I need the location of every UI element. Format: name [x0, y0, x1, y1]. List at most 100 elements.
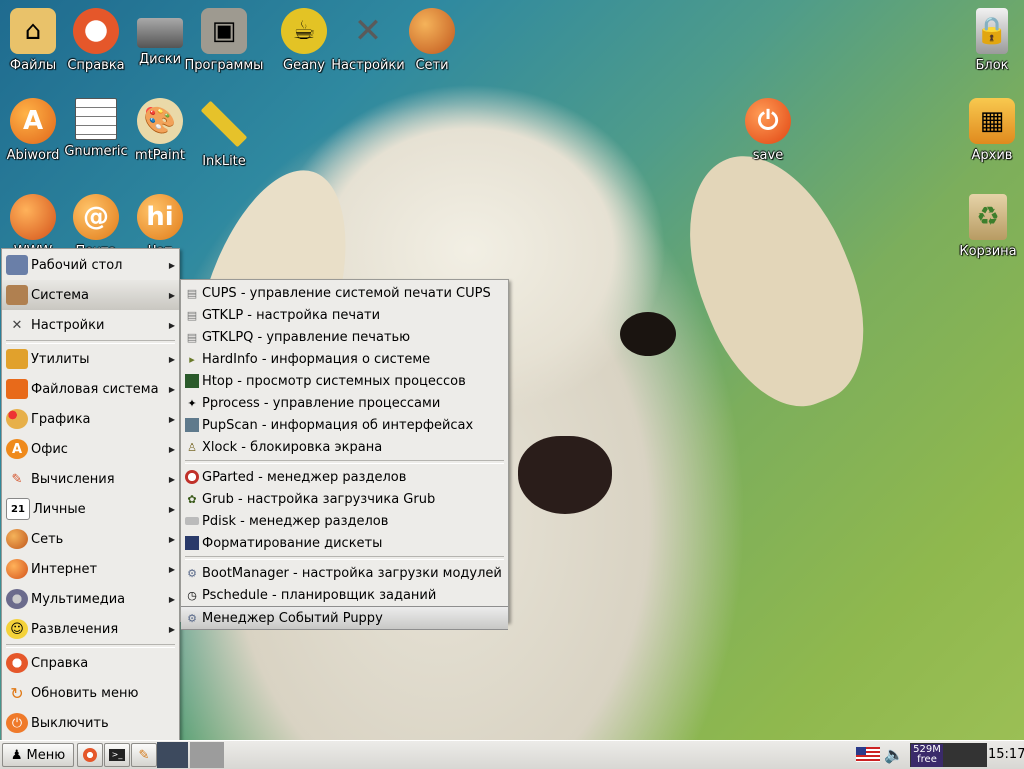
menu-item-network[interactable]: Сеть ▶ — [2, 524, 179, 554]
submenu-item-gparted[interactable]: GParted - менеджер разделов — [181, 466, 508, 488]
help-icon — [6, 653, 28, 673]
chevron-right-icon: ▶ — [168, 624, 175, 634]
system-submenu: ▤ CUPS - управление системой печати CUPS… — [180, 279, 509, 630]
xlock-icon: ♙ — [187, 440, 197, 454]
menu-item-utilities[interactable]: Утилиты ▶ — [2, 344, 179, 374]
abiword-icon: A — [10, 98, 56, 144]
menu-item-multimedia[interactable]: Мультимедиа ▶ — [2, 584, 179, 614]
power-icon: ⏻ — [745, 98, 791, 144]
lock-icon: 🔒 — [976, 8, 1008, 54]
menu-item-games[interactable]: ☺ Развлечения ▶ — [2, 614, 179, 644]
submenu-item-pdisk[interactable]: Pdisk - менеджер разделов — [181, 510, 508, 532]
submenu-item-pprocess[interactable]: ✦ Pprocess - управление процессами — [181, 392, 508, 414]
menu-item-desktop[interactable]: Рабочий стол ▶ — [2, 250, 179, 280]
archive-icon: ▦ — [969, 98, 1015, 144]
gear-icon: ⚙ — [187, 611, 197, 625]
main-menu: Рабочий стол ▶ Система ▶ ✕ Настройки ▶ У… — [1, 248, 180, 741]
desktop-icon-network[interactable]: Сети — [392, 8, 472, 73]
submenu-item-gtklp[interactable]: ▤ GTKLP - настройка печати — [181, 304, 508, 326]
menu-item-internet[interactable]: Интернет ▶ — [2, 554, 179, 584]
chevron-right-icon: ▶ — [168, 384, 175, 394]
shutdown-icon: ⏻ — [6, 713, 28, 733]
chevron-right-icon: ▶ — [168, 290, 175, 300]
menu-item-calc[interactable]: ✎ Вычисления ▶ — [2, 464, 179, 494]
calendar-icon: 21 — [6, 498, 30, 520]
flag-icon[interactable] — [856, 747, 880, 762]
runner-icon: ✦ — [187, 396, 197, 410]
menu-item-shutdown[interactable]: ⏻ Выключить — [2, 708, 179, 738]
quicklaunch-terminal-button[interactable]: >_ — [104, 743, 130, 767]
volume-icon[interactable]: 🔈 — [884, 745, 904, 764]
submenu-item-xlock[interactable]: ♙ Xlock - блокировка экрана — [181, 436, 508, 458]
chevron-right-icon: ▶ — [168, 564, 175, 574]
chat-icon: hi — [137, 194, 183, 240]
drill-icon — [6, 349, 28, 369]
desktop-icon-save[interactable]: ⏻ save — [728, 98, 808, 163]
menu-button[interactable]: ♟ Меню — [2, 743, 74, 767]
menu-item-system[interactable]: Система ▶ — [2, 280, 179, 310]
trash-icon: ♻ — [969, 194, 1007, 240]
menu-item-settings[interactable]: ✕ Настройки ▶ — [2, 310, 179, 340]
quicklaunch-editor-button[interactable]: ✎ — [131, 743, 157, 767]
desktop-pager-1[interactable] — [157, 742, 188, 768]
system-icon — [6, 285, 28, 305]
flag-canton — [856, 747, 866, 755]
menu-item-office[interactable]: A Офис ▶ — [2, 434, 179, 464]
submenu-item-htop[interactable]: Htop - просмотр системных процессов — [181, 370, 508, 392]
submenu-item-event-manager[interactable]: ⚙ Менеджер Событий Puppy — [181, 606, 508, 630]
games-icon: ☺ — [6, 619, 28, 639]
multimedia-icon — [6, 589, 28, 609]
refresh-icon: ↻ — [10, 683, 24, 703]
chevron-right-icon: ▶ — [168, 260, 175, 270]
drive-icon — [137, 18, 183, 48]
chevron-right-icon: ▶ — [168, 474, 175, 484]
submenu-item-gtklpq[interactable]: ▤ GTKLPQ - управление печатью — [181, 326, 508, 348]
hardinfo-icon: ▸ — [189, 352, 195, 366]
menu-item-refresh[interactable]: ↻ Обновить меню — [2, 678, 179, 708]
clock[interactable]: 15:17 — [988, 747, 1024, 762]
gparted-icon — [185, 470, 199, 484]
network-globe-icon — [409, 8, 455, 54]
desktop-icon-inklite[interactable]: InkLite — [184, 98, 264, 169]
disk-icon — [185, 517, 199, 525]
folder-icon — [6, 379, 28, 399]
mail-icon: @ — [73, 194, 119, 240]
submenu-item-bootmanager[interactable]: ⚙ BootManager - настройка загрузки модул… — [181, 562, 508, 584]
desktop-icon — [6, 255, 28, 275]
menu-item-personal[interactable]: 21 Личные ▶ — [2, 494, 179, 524]
printer-icon: ▤ — [186, 308, 198, 322]
memory-monitor: 529M free — [910, 743, 987, 767]
spreadsheet-icon — [75, 98, 117, 140]
ruler-icon — [200, 100, 248, 148]
chevron-right-icon: ▶ — [168, 320, 175, 330]
printer-icon: ▤ — [186, 330, 198, 344]
desktop-icon-archive[interactable]: ▦ Архив — [952, 98, 1024, 163]
menu-item-help[interactable]: Справка — [2, 648, 179, 678]
submenu-separator — [185, 460, 504, 464]
chevron-right-icon: ▶ — [168, 414, 175, 424]
submenu-item-cups[interactable]: ▤ CUPS - управление системой печати CUPS — [181, 282, 508, 304]
grub-icon: ✿ — [187, 492, 197, 506]
submenu-item-pschedule[interactable]: ◷ Pschedule - планировщик заданий — [181, 584, 508, 606]
chevron-right-icon: ▶ — [168, 594, 175, 604]
package-icon: ▣ — [201, 8, 247, 54]
menu-item-graphics[interactable]: Графика ▶ — [2, 404, 179, 434]
graphics-icon — [6, 409, 28, 429]
desktop-pager-2[interactable] — [190, 742, 224, 768]
submenu-item-hardinfo[interactable]: ▸ HardInfo - информация о системе — [181, 348, 508, 370]
chevron-right-icon: ▶ — [168, 354, 175, 364]
memory-unit: free — [917, 754, 937, 765]
submenu-item-grub[interactable]: ✿ Grub - настройка загрузчика Grub — [181, 488, 508, 510]
desktop-icon-programs[interactable]: ▣ Программы — [184, 8, 264, 73]
submenu-item-pupscan[interactable]: PupScan - информация об интерфейсах — [181, 414, 508, 436]
network-icon — [6, 529, 28, 549]
desktop-icon-trash[interactable]: ♻ Корзина — [948, 194, 1024, 259]
calc-icon: ✎ — [11, 471, 23, 487]
puppy-right-eye — [620, 312, 676, 356]
quicklaunch-help-button[interactable] — [77, 743, 103, 767]
submenu-item-format-floppy[interactable]: Форматирование дискеты — [181, 532, 508, 554]
menu-item-filesystem[interactable]: Файловая система ▶ — [2, 374, 179, 404]
home-icon: ⌂ — [10, 8, 56, 54]
desktop-icon-lock[interactable]: 🔒 Блок — [952, 8, 1024, 73]
lifebuoy-icon — [73, 8, 119, 54]
